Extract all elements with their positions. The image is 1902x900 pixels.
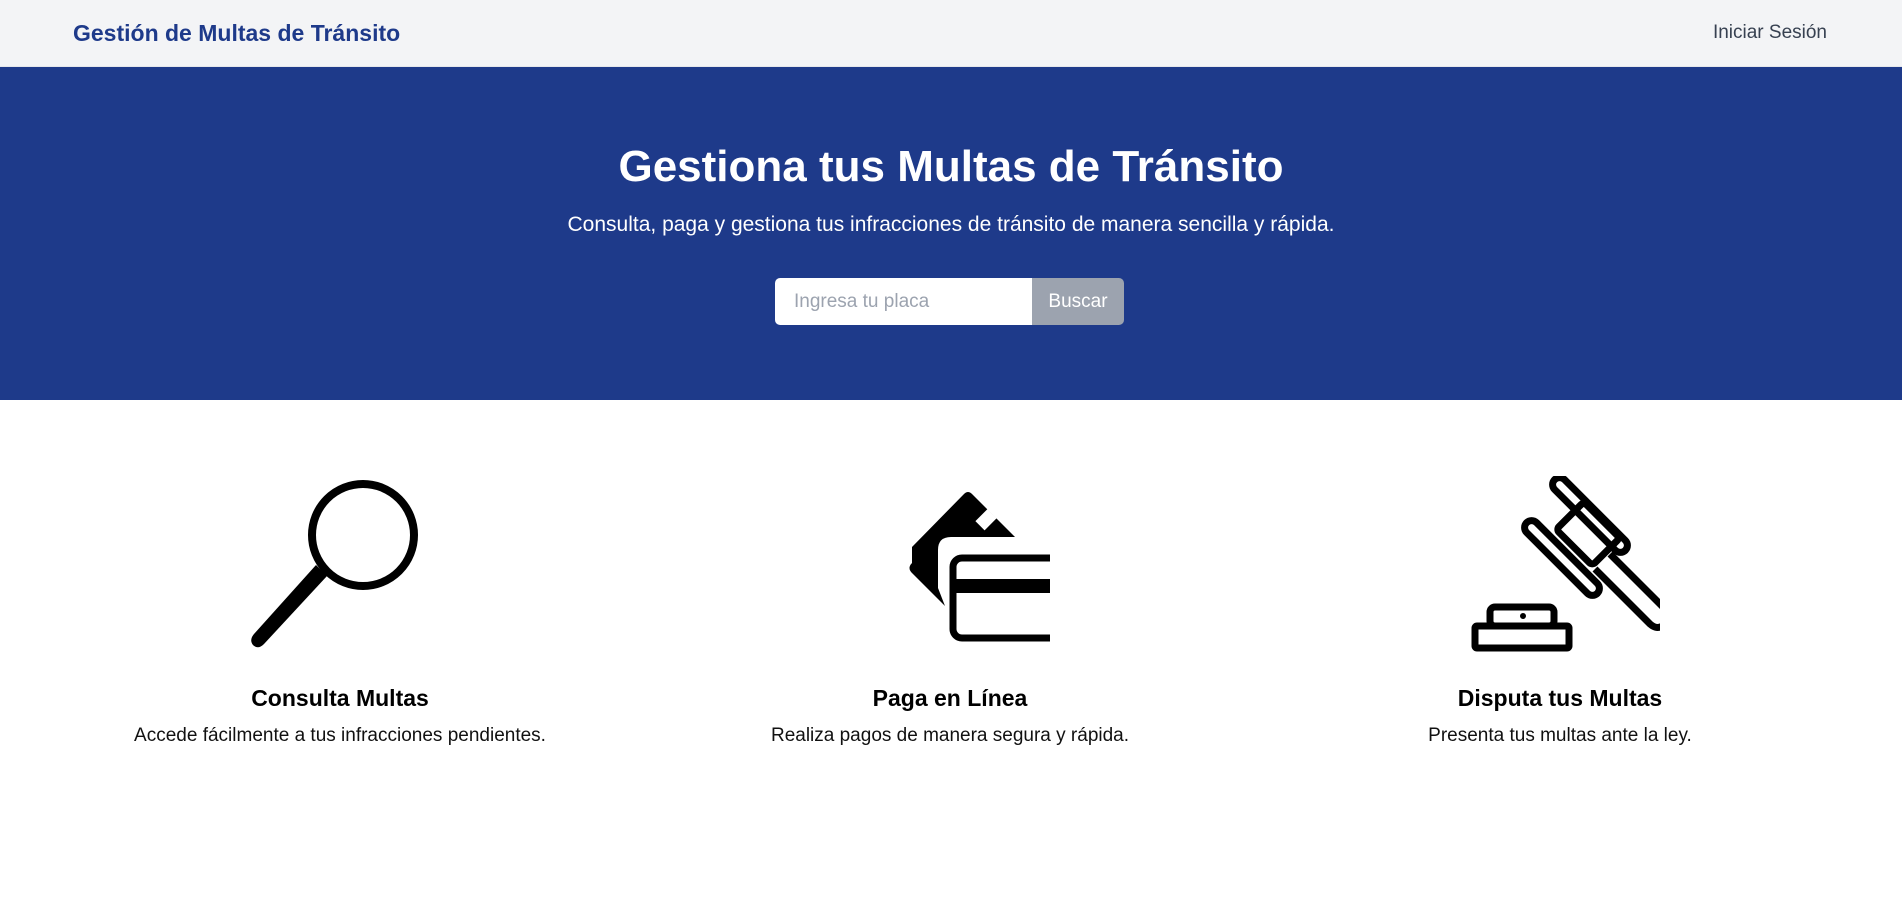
feature-title: Paga en Línea	[872, 685, 1028, 711]
login-link[interactable]: Iniciar Sesión	[1713, 0, 1827, 66]
feature-title: Consulta Multas	[251, 685, 429, 711]
features-section: Consulta Multas Accede fácilmente a tus …	[0, 400, 1902, 900]
search-button[interactable]: Buscar	[1032, 278, 1124, 325]
hero-subtitle: Consulta, paga y gestiona tus infraccion…	[567, 213, 1335, 236]
feature-description: Presenta tus multas ante la ley.	[1428, 725, 1692, 746]
feature-title: Disputa tus Multas	[1457, 685, 1663, 711]
top-navbar: Gestión de Multas de Tránsito Iniciar Se…	[0, 0, 1902, 67]
feature-description: Accede fácilmente a tus infracciones pen…	[134, 725, 546, 746]
plate-search-form: Buscar	[775, 278, 1124, 325]
hero-section: Gestiona tus Multas de Tránsito Consulta…	[0, 67, 1902, 400]
brand-link[interactable]: Gestión de Multas de Tránsito	[73, 0, 400, 66]
hero-title: Gestiona tus Multas de Tránsito	[618, 142, 1284, 191]
plate-search-input[interactable]	[775, 278, 1032, 325]
feature-description: Realiza pagos de manera segura y rápida.	[770, 725, 1130, 746]
gavel-icon	[1460, 476, 1660, 656]
magnifying-glass-icon	[240, 476, 440, 656]
credit-card-icon	[850, 476, 1050, 656]
